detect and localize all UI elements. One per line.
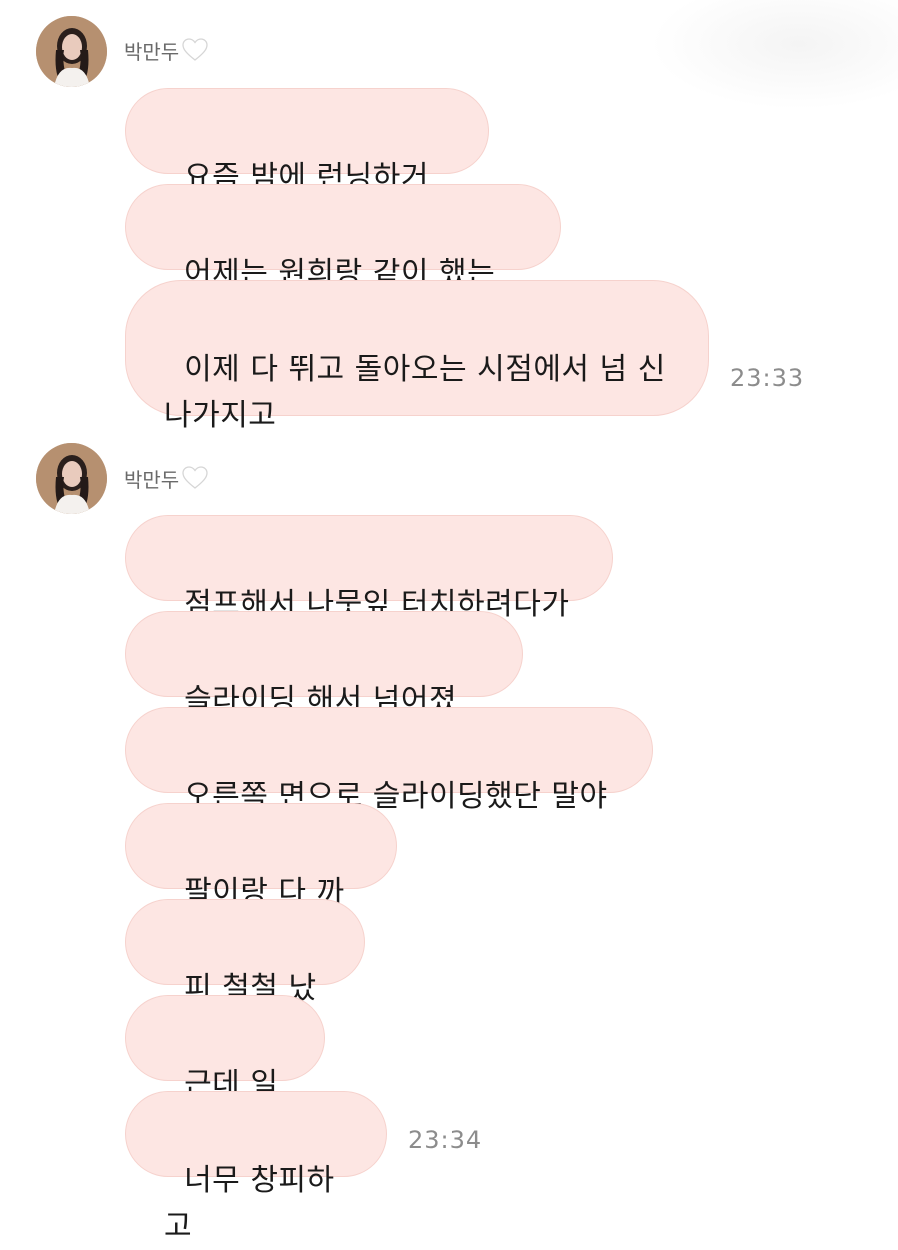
message-bubble[interactable]: 오른쪽 면으로 슬라이딩했단 말야 bbox=[125, 707, 653, 814]
white-heart-icon bbox=[182, 38, 208, 62]
blurred-header-area bbox=[650, 0, 898, 110]
sender-name: 박만두 bbox=[124, 39, 180, 64]
message-text: 이제 다 뛰고 돌아오는 시점에서 넘 신 나가지고 bbox=[164, 352, 666, 433]
message-bubble[interactable]: 피 철철 났어 bbox=[125, 899, 365, 1052]
avatar[interactable] bbox=[36, 443, 107, 514]
avatar[interactable] bbox=[36, 16, 107, 87]
sender-name-row: 박만두 bbox=[124, 464, 208, 492]
message-timestamp: 23:34 bbox=[408, 1126, 483, 1154]
message-timestamp: 23:33 bbox=[730, 364, 805, 392]
message-bubble[interactable]: 근데 일단 bbox=[125, 995, 325, 1148]
message-bubble[interactable]: 요즘 밤에 런닝하거든 bbox=[125, 88, 489, 241]
message-bubble[interactable]: 너무 창피하고 bbox=[125, 1091, 387, 1244]
message-bubble[interactable]: 슬라이딩 해서 넘어졌는데 bbox=[125, 611, 523, 764]
message-text: 너무 창피하고 bbox=[164, 1163, 335, 1244]
message-bubble[interactable]: 팔이랑 다 까짐 bbox=[125, 803, 397, 956]
message-bubble[interactable]: 이제 다 뛰고 돌아오는 시점에서 넘 신 나가지고 bbox=[125, 280, 709, 433]
message-bubble[interactable]: 점프해서 나뭇잎 터치하려다가 bbox=[125, 515, 613, 622]
white-heart-icon bbox=[182, 466, 208, 490]
message-bubble[interactable]: 어제는 원희랑 같이 했는데 bbox=[125, 184, 561, 337]
sender-name: 박만두 bbox=[124, 467, 180, 492]
sender-name-row: 박만두 bbox=[124, 36, 208, 64]
